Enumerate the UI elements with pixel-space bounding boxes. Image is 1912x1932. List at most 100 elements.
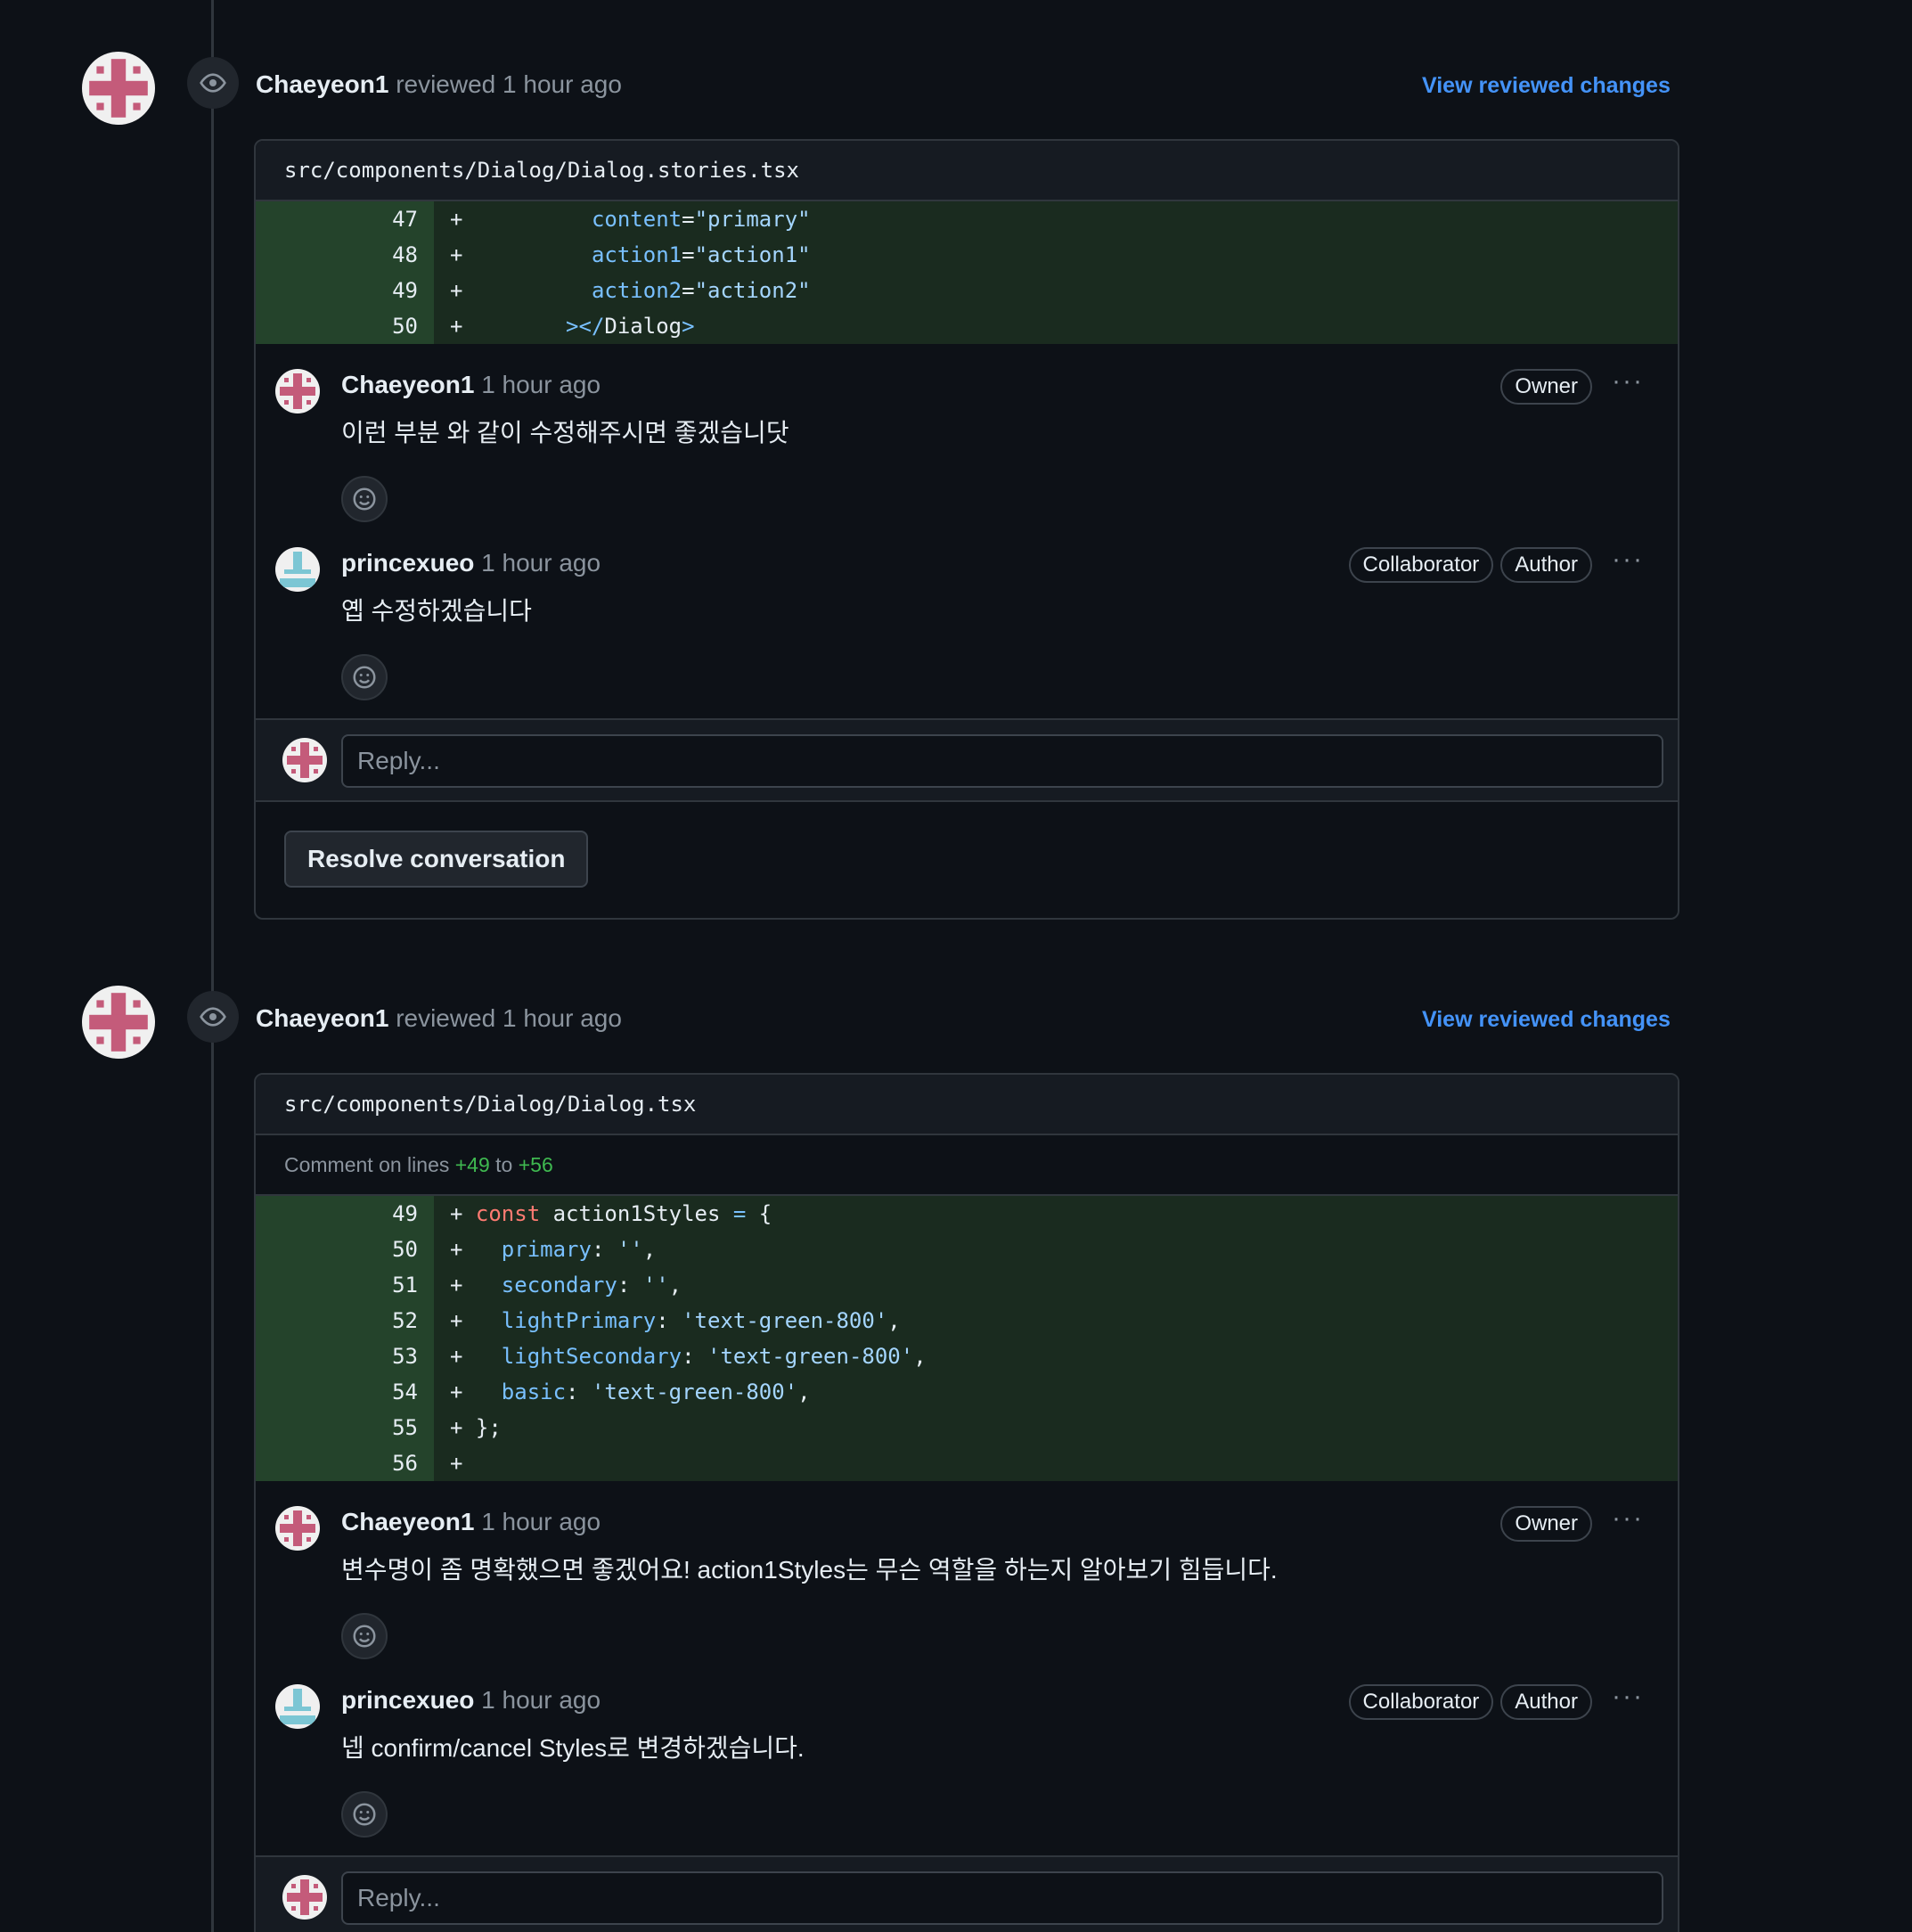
review-header: Chaeyeon1 reviewed 1 hour ago [256, 1003, 622, 1034]
comment-body: 이런 부분 와 같이 수정해주시면 좋겠습니닷 [341, 419, 789, 446]
current-user-avatar [282, 1875, 327, 1920]
comment-time[interactable]: 1 hour ago [481, 371, 601, 398]
kebab-horizontal-icon[interactable]: ··· [1612, 1683, 1644, 1710]
review-time[interactable]: 1 hour ago [503, 1004, 622, 1032]
comment-author[interactable]: princexueo [341, 549, 474, 577]
review-thread-card: src/components/Dialog/Dialog.stories.tsx… [254, 139, 1679, 920]
commenter-avatar[interactable] [275, 547, 320, 592]
diff-line: 52 + lightPrimary: 'text-green-800', [256, 1303, 1678, 1338]
code-line: + ></Dialog> [450, 314, 695, 339]
comment-time[interactable]: 1 hour ago [481, 549, 601, 577]
code-line: + action1="action1" [450, 242, 811, 267]
owner-badge: Owner [1500, 1506, 1592, 1542]
comment-time[interactable]: 1 hour ago [481, 1508, 601, 1535]
diff-line: 51 + secondary: '', [256, 1267, 1678, 1303]
comment-badges: Owner [1500, 369, 1592, 405]
comment-header: Chaeyeon1 1 hour ago [341, 1506, 601, 1538]
code-line: + content="primary" [450, 207, 811, 232]
comment-author[interactable]: Chaeyeon1 [341, 371, 474, 398]
line-number: 54 [256, 1374, 434, 1410]
comment-body: 넵 confirm/cancel Styles로 변경하겠습니다. [341, 1734, 805, 1762]
diff-line: 49 + const action1Styles = { [256, 1196, 1678, 1232]
line-number: 50 [256, 1232, 434, 1267]
collaborator-badge: Collaborator [1348, 547, 1494, 583]
owner-badge: Owner [1500, 369, 1592, 405]
range-to: to [495, 1152, 513, 1176]
code-line: + basic: 'text-green-800', [450, 1379, 811, 1404]
view-reviewed-changes-link[interactable]: View reviewed changes [1422, 1007, 1671, 1033]
resolve-area: Resolve conversation [256, 802, 1678, 918]
diff-line: 50 + ></Dialog> [256, 308, 1678, 344]
diff-line: 55 + }; [256, 1410, 1678, 1445]
commenter-avatar[interactable] [275, 1684, 320, 1729]
view-reviewed-changes-link[interactable]: View reviewed changes [1422, 73, 1671, 99]
author-badge: Author [1500, 1684, 1592, 1720]
smiley-icon[interactable] [341, 1613, 388, 1659]
comment-header: princexueo 1 hour ago [341, 1684, 601, 1716]
comment-badges: Collaborator Author [1348, 547, 1592, 583]
file-path[interactable]: src/components/Dialog/Dialog.stories.tsx [256, 141, 1678, 201]
reviewer-avatar[interactable] [82, 986, 155, 1059]
kebab-horizontal-icon[interactable]: ··· [1612, 368, 1644, 395]
commenter-avatar[interactable] [275, 369, 320, 413]
diff-line: 47 + content="primary" [256, 201, 1678, 237]
code-line: + action2="action2" [450, 278, 811, 303]
smiley-icon[interactable] [341, 476, 388, 522]
reviewer-avatar[interactable] [82, 52, 155, 125]
smiley-icon[interactable] [341, 654, 388, 700]
diff-line: 49 + action2="action2" [256, 273, 1678, 308]
resolve-conversation-button[interactable]: Resolve conversation [284, 831, 589, 888]
diff-line: 53 + lightSecondary: 'text-green-800', [256, 1338, 1678, 1374]
review-action: reviewed [396, 70, 496, 98]
reply-input[interactable] [341, 734, 1663, 788]
comment-body: 옙 수정하겠습니다 [341, 597, 532, 625]
timeline-line [211, 0, 214, 1932]
reply-input[interactable] [341, 1871, 1663, 1925]
smiley-icon[interactable] [341, 1791, 388, 1838]
line-number: 51 [256, 1267, 434, 1303]
diff-line: 54 + basic: 'text-green-800', [256, 1374, 1678, 1410]
code-line: + [450, 1451, 463, 1476]
review-time[interactable]: 1 hour ago [503, 70, 622, 98]
diff-line: 48 + action1="action1" [256, 237, 1678, 273]
comment: Chaeyeon1 1 hour ago Owner ··· 이런 부분 와 같… [256, 344, 1678, 522]
comment-time[interactable]: 1 hour ago [481, 1686, 601, 1714]
comment-author[interactable]: princexueo [341, 1686, 474, 1714]
file-path[interactable]: src/components/Dialog/Dialog.tsx [256, 1075, 1678, 1135]
code-line: + primary: '', [450, 1237, 657, 1262]
kebab-horizontal-icon[interactable]: ··· [1612, 1505, 1644, 1532]
eye-icon [187, 991, 239, 1043]
comment-header: Chaeyeon1 1 hour ago [341, 369, 601, 401]
comment: Chaeyeon1 1 hour ago Owner ··· 변수명이 좀 명확… [256, 1481, 1678, 1659]
comment-author[interactable]: Chaeyeon1 [341, 1508, 474, 1535]
comment-range: Comment on lines +49 to +56 [256, 1135, 1678, 1196]
author-badge: Author [1500, 547, 1592, 583]
line-number: 56 [256, 1445, 434, 1481]
reply-bar [256, 1855, 1678, 1932]
line-number: 48 [256, 237, 434, 273]
line-number: 49 [256, 1196, 434, 1232]
reply-bar [256, 718, 1678, 802]
reviewer-name[interactable]: Chaeyeon1 [256, 70, 388, 98]
review-action: reviewed [396, 1004, 496, 1032]
code-line: + lightSecondary: 'text-green-800', [450, 1344, 927, 1369]
comment-header: princexueo 1 hour ago [341, 547, 601, 579]
diff-block: 49 + const action1Styles = { 50 + primary:… [256, 1196, 1678, 1481]
commenter-avatar[interactable] [275, 1506, 320, 1551]
comment-body: 변수명이 좀 명확했으면 좋겠어요! action1Styles는 무슨 역할을… [341, 1556, 1278, 1584]
review-header: Chaeyeon1 reviewed 1 hour ago [256, 70, 622, 100]
comment-badges: Owner [1500, 1506, 1592, 1542]
current-user-avatar [282, 738, 327, 782]
kebab-horizontal-icon[interactable]: ··· [1612, 546, 1644, 573]
comment-range-prefix: Comment on lines [284, 1152, 450, 1176]
review-thread-card: src/components/Dialog/Dialog.tsx Comment… [254, 1073, 1679, 1932]
code-line: + const action1Styles = { [450, 1201, 772, 1226]
code-line: + lightPrimary: 'text-green-800', [450, 1308, 901, 1333]
line-number: 49 [256, 273, 434, 308]
line-number: 47 [256, 201, 434, 237]
comment-badges: Collaborator Author [1348, 1684, 1592, 1720]
reviewer-name[interactable]: Chaeyeon1 [256, 1004, 388, 1032]
eye-icon [187, 57, 239, 109]
collaborator-badge: Collaborator [1348, 1684, 1494, 1720]
line-number: 50 [256, 308, 434, 344]
